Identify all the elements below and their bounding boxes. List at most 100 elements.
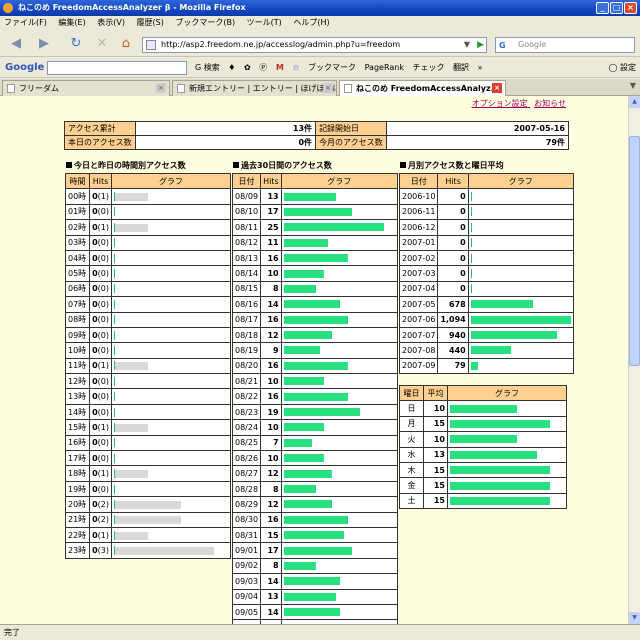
menu-edit[interactable]: 編集(E)	[58, 18, 85, 27]
hour-cell: 09時	[65, 326, 90, 344]
graph-cell	[467, 265, 574, 282]
today-bar	[114, 315, 115, 325]
close-tab-icon[interactable]: ×	[492, 83, 502, 93]
toolbar-button-2[interactable]: ♦	[228, 63, 235, 72]
url-bar[interactable]: http://asp2.freedom.ne.jp/accesslog/admi…	[142, 37, 487, 53]
google-logo[interactable]: Google	[5, 58, 44, 78]
graph-cell	[280, 296, 399, 313]
graph-cell	[447, 415, 567, 433]
hits-yesterday: (0)	[97, 407, 109, 417]
scroll-up-icon[interactable]: ▲	[629, 96, 640, 108]
search-input[interactable]: G Google	[495, 37, 635, 53]
monthly-row: 2006-11 0	[398, 203, 574, 221]
toolbar-button-4[interactable]: Ⓟ	[259, 63, 267, 72]
daily-row: 08/10 17	[231, 203, 399, 221]
hits-cell: 0(1)	[89, 526, 112, 544]
monthly-row-label: 2007-06	[398, 311, 439, 328]
hour-cell: 15時	[65, 419, 90, 436]
tab-list-icon[interactable]: ▼	[630, 81, 636, 90]
gmail-icon[interactable]: M	[276, 63, 284, 72]
maximize-button[interactable]: □	[610, 2, 623, 14]
menu-bookmarks[interactable]: ブックマーク(B)	[175, 18, 235, 27]
monthly-row-bar	[470, 269, 472, 279]
weekday-row-value: 15	[423, 492, 448, 510]
weekday-row-value: 15	[423, 477, 448, 494]
weekday-row-bar	[450, 496, 550, 505]
daily-row-value: 10	[260, 419, 282, 436]
hour-cell: 04時	[65, 249, 90, 267]
daily-row-label: 08/14	[231, 265, 262, 282]
weekday-row-value: 13	[423, 446, 448, 463]
scrollbar-thumb[interactable]	[629, 136, 640, 366]
today-bar	[114, 484, 115, 494]
daily-row: 09/01 17	[231, 542, 399, 559]
bar-group	[114, 422, 228, 432]
google-toolbar-search-input[interactable]	[47, 61, 187, 75]
menu-file[interactable]: ファイル(F)	[4, 18, 47, 27]
pagerank-button[interactable]: PageRank	[365, 63, 404, 72]
daily-row-value: 17	[260, 203, 282, 221]
graph-cell	[111, 403, 231, 421]
star-icon[interactable]: ☆	[292, 63, 299, 72]
monthly-row-bar	[470, 207, 472, 217]
spellcheck-button[interactable]: チェック	[413, 63, 445, 72]
bookmarks-button[interactable]: ブックマーク	[308, 63, 356, 72]
daily-row-bar	[283, 361, 348, 370]
tab-freedom[interactable]: フリーダム ×	[2, 80, 170, 96]
tab-nekonome[interactable]: ねこのめ FreedomAccessAnalyz... ×	[339, 80, 506, 96]
top-links: オプション設定 お知らせ	[468, 98, 566, 109]
bar-group	[114, 376, 228, 386]
hour-cell: 14時	[65, 403, 90, 421]
tab-new-entry[interactable]: 新規エントリー | エントリー | ほげほげにっ...×	[172, 80, 337, 96]
vertical-scrollbar[interactable]: ▲ ▼	[628, 96, 640, 624]
col-header-graph: グラフ	[111, 172, 231, 190]
home-icon[interactable]: ⌂	[116, 35, 136, 53]
hits-yesterday: (0)	[97, 238, 109, 248]
hourly-row: 07時 0(0)	[65, 296, 231, 313]
minimize-button[interactable]: _	[596, 2, 609, 14]
hits-yesterday: (1)	[97, 222, 109, 232]
graph-cell	[280, 265, 399, 282]
scroll-down-icon[interactable]: ▼	[629, 612, 640, 624]
menu-help[interactable]: ヘルプ(H)	[293, 18, 329, 27]
monthly-row-value: 1,094	[437, 311, 469, 328]
hits-cell: 0(2)	[89, 496, 112, 513]
monthly-row-bar	[470, 222, 472, 232]
hits-cell: 0(0)	[89, 326, 112, 344]
reload-icon[interactable]: ↻	[66, 35, 86, 53]
translate-button[interactable]: 翻訳	[453, 63, 469, 72]
google-search-button[interactable]: G 検索	[195, 63, 220, 72]
yesterday-bar	[115, 423, 148, 432]
col-header-graph: グラフ	[467, 172, 574, 190]
toolbar-button-3[interactable]: ✿	[244, 63, 251, 72]
more-button[interactable]: »	[478, 63, 483, 72]
back-icon[interactable]: ◀	[6, 35, 26, 53]
go-icon[interactable]: ▶	[477, 38, 484, 52]
graph-cell	[111, 265, 231, 282]
daily-row-bar	[283, 485, 316, 493]
close-window-button[interactable]: ×	[624, 2, 637, 14]
hits-yesterday: (0)	[97, 315, 109, 325]
stop-icon[interactable]: ✕	[92, 35, 112, 53]
option-settings-link[interactable]: オプション設定	[472, 99, 528, 108]
close-tab-icon[interactable]: ×	[156, 83, 166, 93]
url-dropdown-icon[interactable]: ▼	[464, 38, 470, 52]
settings-button[interactable]: ◯ 設定	[609, 58, 637, 78]
graph-cell	[467, 249, 574, 267]
close-tab-icon[interactable]: ×	[323, 83, 333, 93]
daily-row: 08/17 16	[231, 311, 399, 328]
graph-cell	[111, 296, 231, 313]
bar-group	[114, 269, 228, 279]
graph-cell	[467, 234, 574, 251]
total-access-value: 13件	[134, 121, 317, 136]
monthly-table: 日付 Hits グラフ 2006-10 0 2006-11 0 2006-12 0 2007…	[398, 172, 574, 375]
graph-cell	[111, 388, 231, 405]
menu-tools[interactable]: ツール(T)	[247, 18, 282, 27]
hits-yesterday: (0)	[97, 269, 109, 279]
forward-icon[interactable]: ▶	[34, 35, 54, 53]
menu-history[interactable]: 履歴(S)	[137, 18, 164, 27]
news-link[interactable]: お知らせ	[534, 99, 566, 108]
menu-view[interactable]: 表示(V)	[97, 18, 125, 27]
graph-cell	[111, 419, 231, 436]
daily-row-value: 16	[260, 388, 282, 405]
